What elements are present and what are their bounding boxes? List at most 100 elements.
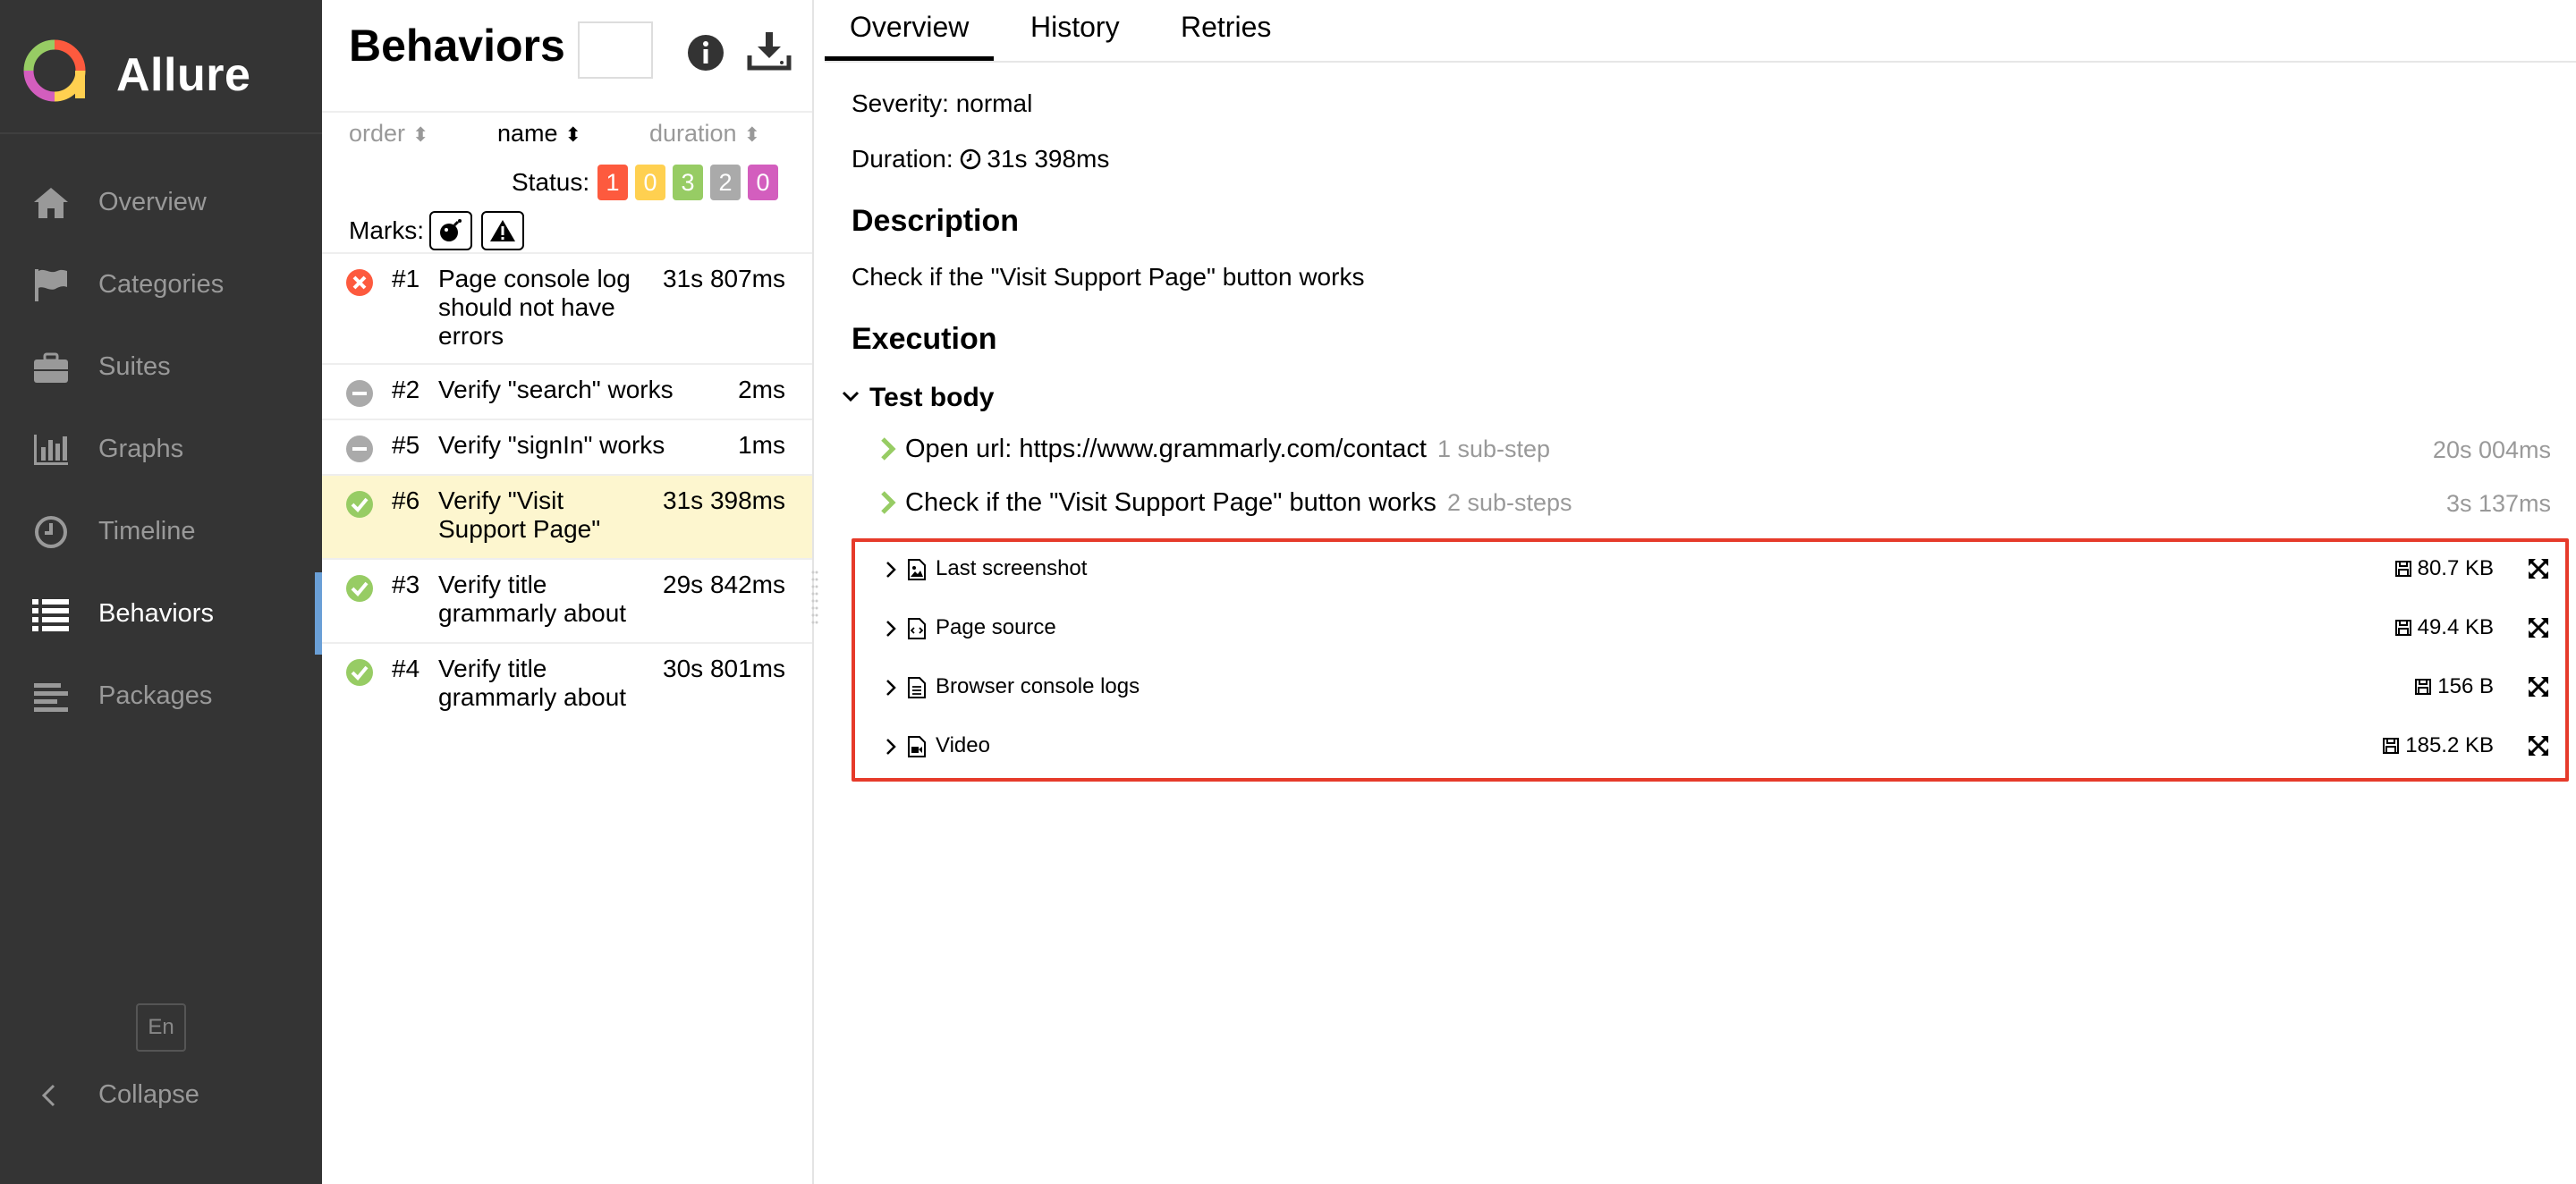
sort-label: order — [349, 120, 406, 147]
sidebar-item-suites[interactable]: Suites — [0, 326, 322, 408]
search-input[interactable] — [578, 21, 653, 79]
marks-filter-label: Marks: — [349, 216, 424, 244]
mark-flaky-toggle[interactable] — [429, 211, 472, 250]
mark-new-failed-toggle[interactable] — [481, 211, 524, 250]
app-name: Allure — [116, 49, 251, 101]
test-row[interactable]: #1 Page console log should not have erro… — [322, 254, 812, 365]
status-badge-skipped[interactable]: 2 — [710, 165, 741, 200]
step-substep-count: 2 sub-steps — [1446, 489, 1572, 516]
save-icon — [2394, 620, 2411, 636]
attachment-size-value: 80.7 KB — [2417, 556, 2494, 580]
attachment-row[interactable]: Video 185.2 KB — [855, 719, 2565, 778]
test-list: #1 Page console log should not have erro… — [322, 254, 812, 728]
sidebar-item-graphs[interactable]: Graphs — [0, 408, 322, 490]
code-file-icon — [908, 618, 926, 639]
execution-heading: Execution — [852, 322, 997, 356]
save-icon — [2394, 561, 2411, 577]
chevron-right-icon — [886, 680, 896, 696]
tab-retries[interactable]: Retries — [1181, 11, 1271, 61]
panel-resize-handle[interactable] — [810, 569, 819, 628]
sidebar-item-label: Packages — [98, 681, 213, 710]
save-icon — [2383, 738, 2400, 754]
sidebar-item-overview[interactable]: Overview — [0, 161, 322, 243]
bar-chart-icon — [34, 435, 68, 465]
expand-icon[interactable] — [2526, 615, 2551, 640]
attachment-row[interactable]: Browser console logs 156 B — [855, 660, 2565, 719]
download-icon[interactable] — [746, 29, 792, 73]
duration-value: 31s 398ms — [987, 145, 1110, 173]
skipped-status-icon — [346, 436, 373, 462]
test-row[interactable]: #4 Verify title grammarly about 30s 801m… — [322, 644, 812, 728]
test-duration: 31s 398ms — [663, 486, 785, 514]
status-badge-failed[interactable]: 1 — [597, 165, 628, 200]
step-row[interactable]: Check if the "Visit Support Page" button… — [878, 483, 2551, 528]
expand-icon[interactable] — [2526, 556, 2551, 581]
status-badge-broken[interactable]: 0 — [635, 165, 665, 200]
step-text: Check if the "Visit Support Page" button… — [905, 488, 1572, 518]
info-icon[interactable] — [685, 32, 726, 73]
attachment-size-value: 185.2 KB — [2405, 733, 2494, 757]
sidebar-item-label: Graphs — [98, 435, 184, 463]
chevron-left-icon — [41, 1084, 55, 1107]
step-name: Check if the "Visit Support Page" button… — [905, 488, 1436, 517]
tab-history[interactable]: History — [1030, 11, 1120, 61]
attachment-size: 185.2 KB — [2382, 733, 2494, 758]
chevron-right-icon — [886, 562, 896, 578]
test-row[interactable]: #5 Verify "signIn" works 1ms — [322, 420, 812, 476]
test-duration: 1ms — [738, 431, 785, 459]
severity-text: Severity: normal — [852, 89, 1033, 117]
brand[interactable]: Allure — [0, 9, 322, 134]
chevron-right-icon — [886, 621, 896, 637]
clock-icon — [961, 148, 981, 170]
list-icon — [32, 599, 69, 631]
description-heading: Description — [852, 204, 1020, 238]
expand-icon[interactable] — [2526, 733, 2551, 758]
test-body-toggle[interactable]: Test body — [841, 383, 994, 413]
test-name: Verify title grammarly about — [438, 571, 627, 627]
test-name: Verify "search" works — [438, 376, 674, 403]
video-file-icon — [908, 736, 926, 757]
sort-by-duration[interactable]: duration ⬍ — [649, 120, 760, 148]
sort-by-name[interactable]: name ⬍ — [497, 120, 581, 148]
passed-status-icon — [346, 491, 373, 518]
test-name: Verify "Visit Support Page" — [438, 486, 601, 543]
test-detail-panel: Overview History Retries Severity: norma… — [825, 0, 2576, 1184]
list-controls: order ⬍ name ⬍ duration ⬍ Status: 1 0 3 2 0… — [322, 111, 812, 254]
test-row[interactable]: #2 Verify "search" works 2ms — [322, 365, 812, 420]
sort-label: name — [497, 120, 558, 147]
chevron-right-icon — [881, 491, 896, 514]
step-substep-count: 1 sub-step — [1436, 436, 1551, 462]
warning-icon — [490, 220, 515, 241]
sidebar-item-timeline[interactable]: Timeline — [0, 490, 322, 572]
language-switcher[interactable]: En — [136, 1003, 186, 1052]
sort-by-order[interactable]: order ⬍ — [349, 120, 428, 148]
expand-icon[interactable] — [2526, 674, 2551, 699]
clock-icon — [35, 516, 67, 548]
description-text: Check if the "Visit Support Page" button… — [852, 263, 1365, 291]
status-badge-unknown[interactable]: 0 — [748, 165, 778, 200]
sidebar-nav: Overview Categories Suites Graphs Timeli… — [0, 161, 322, 737]
attachment-name: Video — [936, 733, 990, 757]
attachment-row[interactable]: Page source 49.4 KB — [855, 601, 2565, 660]
test-row[interactable]: #3 Verify title grammarly about 29s 842m… — [322, 560, 812, 644]
briefcase-icon — [34, 352, 68, 383]
sidebar-item-label: Suites — [98, 352, 171, 381]
sidebar-item-categories[interactable]: Categories — [0, 243, 322, 326]
attachment-size: 156 B — [2414, 674, 2494, 699]
tab-overview[interactable]: Overview — [825, 11, 995, 61]
attachments-highlight: Last screenshot 80.7 KB Page source 49.4… — [852, 538, 2569, 782]
passed-status-icon — [346, 575, 373, 602]
status-badge-passed[interactable]: 3 — [673, 165, 703, 200]
attachment-size: 49.4 KB — [2394, 615, 2494, 640]
sidebar-item-packages[interactable]: Packages — [0, 655, 322, 737]
step-duration: 3s 137ms — [2445, 490, 2551, 517]
collapse-button[interactable]: Collapse — [0, 1064, 322, 1127]
sidebar-item-behaviors[interactable]: Behaviors — [0, 572, 322, 655]
flag-icon — [35, 269, 67, 301]
sidebar: Allure Overview Categories Suites Graphs… — [0, 0, 322, 1184]
step-row[interactable]: Open url: https://www.grammarly.com/cont… — [878, 429, 2551, 474]
status-filter-label: Status: — [512, 168, 590, 196]
attachment-row[interactable]: Last screenshot 80.7 KB — [855, 542, 2565, 601]
test-row-selected[interactable]: #6 Verify "Visit Support Page" 31s 398ms — [322, 476, 812, 560]
duration-label: Duration: — [852, 145, 953, 173]
